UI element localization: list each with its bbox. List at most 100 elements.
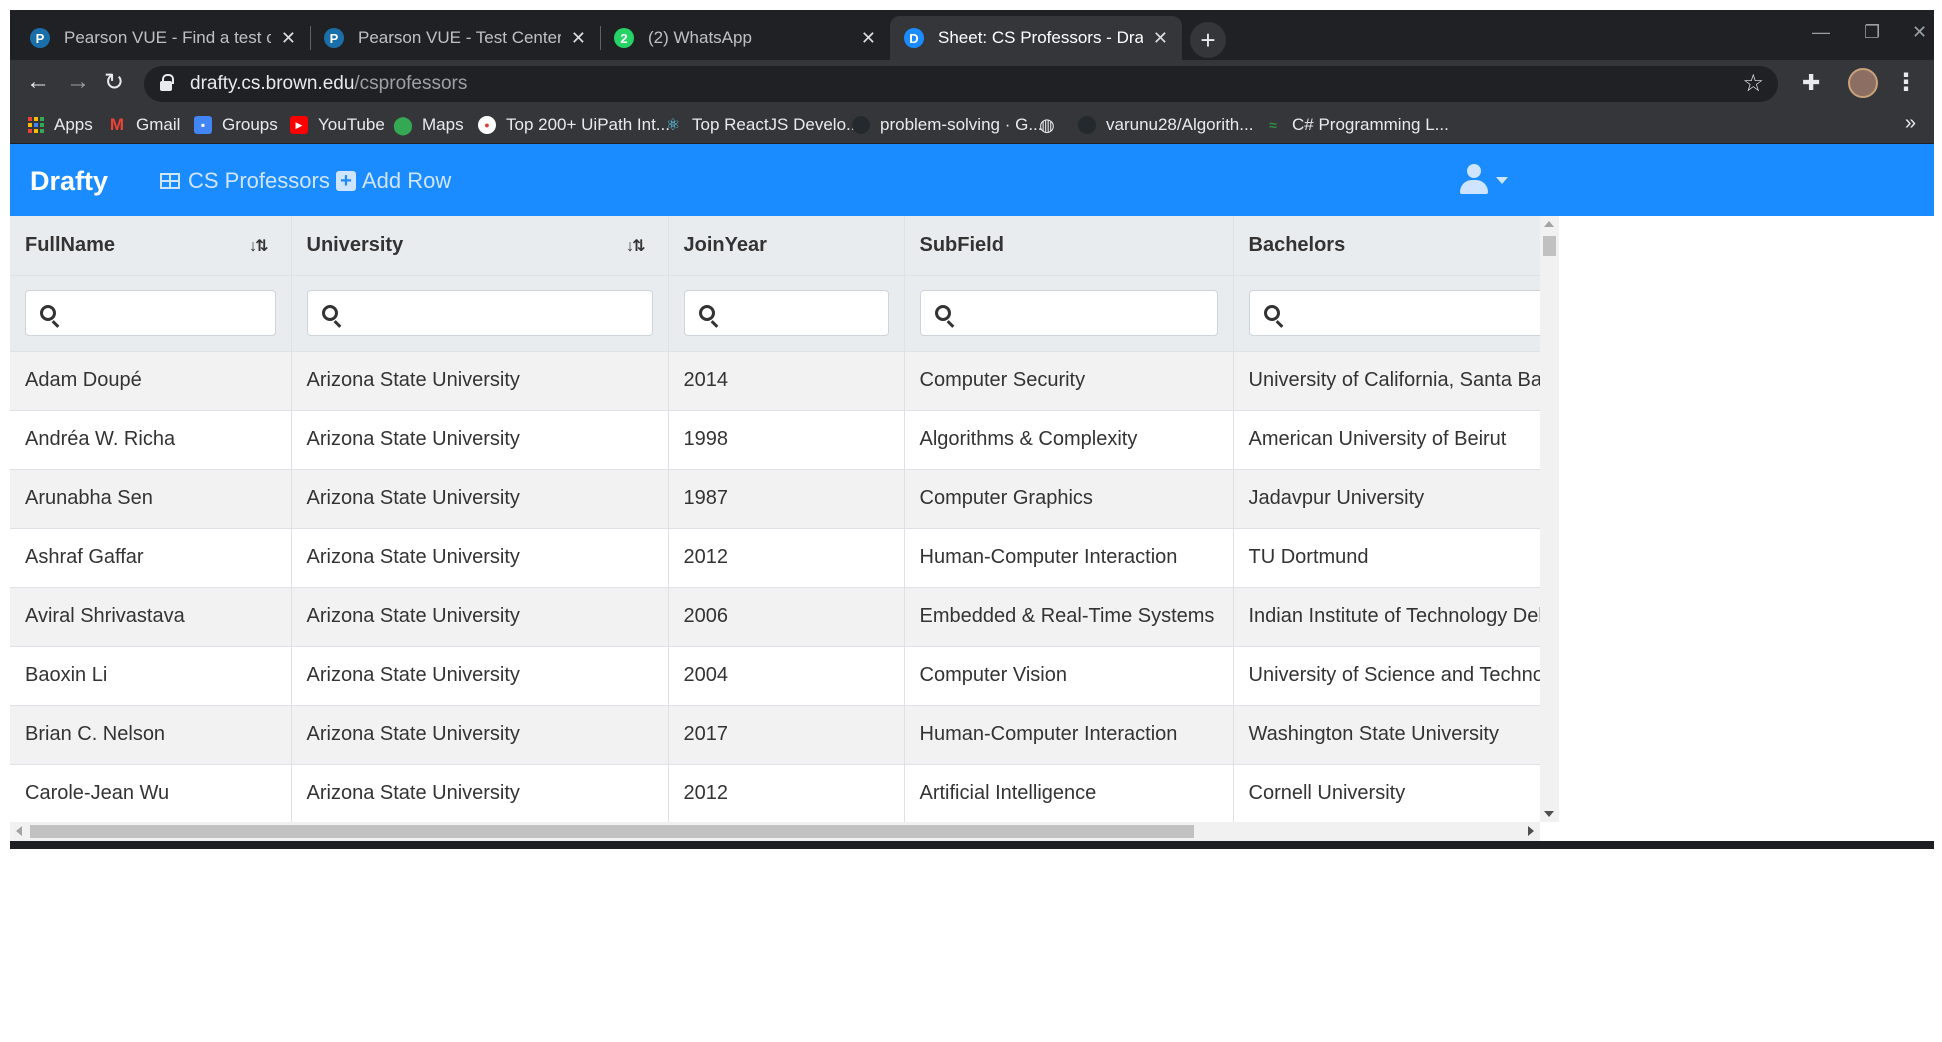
table-cell[interactable]: Arizona State University — [291, 646, 669, 706]
minimize-icon[interactable]: — — [1812, 22, 1830, 43]
bookmark-problem-solving[interactable]: ● problem-solving · G... — [852, 112, 1043, 138]
bookmark-groups[interactable]: ▪ Groups — [194, 112, 278, 138]
table-cell[interactable]: Brian C. Nelson — [10, 705, 292, 765]
tab-pearson-info[interactable]: P Pearson VUE - Test Center Inform ✕ — [310, 16, 600, 60]
table-cell[interactable]: Embedded & Real-Time Systems — [904, 587, 1234, 647]
table-cell[interactable]: Arizona State University — [291, 410, 669, 470]
scroll-down-icon[interactable] — [1544, 811, 1554, 817]
table-cell[interactable]: Arizona State University — [291, 587, 669, 647]
column-header-joinyear[interactable]: JoinYear — [668, 216, 905, 276]
table-cell[interactable]: Arizona State University — [291, 469, 669, 529]
brand-logo[interactable]: Drafty — [30, 166, 108, 197]
tab-drafty[interactable]: D Sheet: CS Professors - Drafty ✕ — [890, 16, 1182, 60]
column-header-subfield[interactable]: SubField — [904, 216, 1234, 276]
scroll-right-icon[interactable] — [1528, 826, 1534, 836]
bookmark-uipath[interactable]: ● Top 200+ UiPath Int... — [478, 112, 670, 138]
table-cell[interactable]: 2017 — [668, 705, 905, 765]
plus-square-icon: + — [336, 171, 356, 191]
close-window-icon[interactable]: ✕ — [1912, 22, 1927, 43]
table-cell[interactable]: 1998 — [668, 410, 905, 470]
table-cell[interactable]: Jadavpur University — [1233, 469, 1540, 529]
table-cell[interactable]: 2012 — [668, 528, 905, 588]
table-cell[interactable]: Adam Doupé — [10, 351, 292, 411]
filter-input-fullname[interactable] — [25, 290, 276, 336]
tab-whatsapp[interactable]: 2 (2) WhatsApp ✕ — [600, 16, 890, 60]
table-cell[interactable]: Arizona State University — [291, 705, 669, 765]
bookmark-maps[interactable]: ⬤ Maps — [393, 112, 464, 138]
table-cell[interactable]: American University of Beirut — [1233, 410, 1540, 470]
table-cell[interactable]: Computer Graphics — [904, 469, 1234, 529]
vertical-scrollbar[interactable] — [1540, 216, 1559, 822]
column-header-bachelors[interactable]: Bachelors — [1233, 216, 1540, 276]
vertical-scroll-thumb[interactable] — [1543, 236, 1556, 256]
table-cell[interactable]: Arizona State University — [291, 528, 669, 588]
filter-input-university[interactable] — [306, 290, 653, 336]
extensions-puzzle-icon[interactable]: ✚ — [1802, 70, 1826, 95]
scroll-up-icon[interactable] — [1544, 221, 1554, 227]
sort-icon[interactable]: ↓⇅ — [249, 236, 268, 256]
forward-arrow-icon[interactable]: → — [66, 68, 90, 96]
profile-avatar[interactable] — [1848, 68, 1878, 98]
table-cell[interactable]: Baoxin Li — [10, 646, 292, 706]
table-cell[interactable]: 1987 — [668, 469, 905, 529]
pearson-favicon-icon: P — [324, 28, 344, 48]
horizontal-scroll-thumb[interactable] — [30, 825, 1194, 838]
table-cell[interactable]: 2004 — [668, 646, 905, 706]
tab-pearson-find[interactable]: P Pearson VUE - Find a test center ✕ — [16, 16, 310, 60]
new-tab-button[interactable]: + — [1190, 22, 1226, 58]
search-icon — [40, 305, 56, 321]
close-tab-icon[interactable]: ✕ — [1153, 28, 1168, 49]
table-cell[interactable]: Human-Computer Interaction — [904, 705, 1234, 765]
scroll-left-icon[interactable] — [16, 826, 22, 836]
horizontal-scrollbar[interactable] — [10, 822, 1540, 841]
bookmark-star-icon[interactable]: ☆ — [1742, 69, 1764, 98]
sheet-dropdown[interactable]: CS Professors — [160, 168, 350, 194]
table-cell[interactable]: 2012 — [668, 764, 905, 822]
browser-menu-icon[interactable]: ⋮ — [1894, 68, 1918, 97]
add-row-button[interactable]: + Add Row — [336, 168, 451, 194]
restore-icon[interactable]: ❐ — [1864, 22, 1880, 43]
table-cell[interactable]: 2006 — [668, 587, 905, 647]
table-cell[interactable]: Indian Institute of Technology Delhi — [1233, 587, 1540, 647]
table-cell[interactable]: Cornell University — [1233, 764, 1540, 822]
table-cell[interactable]: 2014 — [668, 351, 905, 411]
app-navbar: Drafty CS Professors + Add Row — [10, 144, 1934, 216]
user-menu[interactable] — [1460, 164, 1508, 196]
table-cell[interactable]: Arunabha Sen — [10, 469, 292, 529]
sort-icon[interactable]: ↓⇅ — [626, 236, 645, 256]
more-bookmarks-icon[interactable]: » — [1905, 112, 1916, 135]
filter-input-subfield[interactable] — [919, 290, 1218, 336]
table-cell[interactable]: Arizona State University — [291, 351, 669, 411]
table-cell[interactable]: University of Science and Technology — [1233, 646, 1540, 706]
table-cell[interactable]: Washington State University — [1233, 705, 1540, 765]
bookmark-globe[interactable]: ◍ — [1038, 112, 1066, 138]
table-cell[interactable]: Computer Vision — [904, 646, 1234, 706]
table-cell[interactable]: Andréa W. Richa — [10, 410, 292, 470]
close-tab-icon[interactable]: ✕ — [861, 28, 876, 49]
table-cell[interactable]: Human-Computer Interaction — [904, 528, 1234, 588]
table-cell[interactable]: Algorithms & Complexity — [904, 410, 1234, 470]
table-cell[interactable]: Carole-Jean Wu — [10, 764, 292, 822]
table-cell[interactable]: Aviral Shrivastava — [10, 587, 292, 647]
bookmark-youtube[interactable]: ▶ YouTube — [290, 112, 385, 138]
bookmark-csharp[interactable]: ≈ C# Programming L... — [1264, 112, 1449, 138]
filter-input-joinyear[interactable] — [683, 290, 889, 336]
bookmark-apps[interactable]: Apps — [28, 112, 93, 138]
column-header-university[interactable]: University ↓⇅ — [291, 216, 669, 276]
table-cell[interactable]: TU Dortmund — [1233, 528, 1540, 588]
table-cell[interactable]: Artificial Intelligence — [904, 764, 1234, 822]
bookmark-react[interactable]: ⚛ Top ReactJS Develo... — [664, 112, 860, 138]
bookmark-gmail[interactable]: M Gmail — [108, 112, 181, 138]
filter-input-bachelors[interactable] — [1248, 290, 1540, 336]
table-cell[interactable]: Arizona State University — [291, 764, 669, 822]
table-cell[interactable]: Ashraf Gaffar — [10, 528, 292, 588]
table-cell[interactable]: University of California, Santa Barbara — [1233, 351, 1540, 411]
back-arrow-icon[interactable]: ← — [26, 68, 50, 96]
table-cell[interactable]: Computer Security — [904, 351, 1234, 411]
reload-icon[interactable]: ↻ — [104, 68, 124, 97]
column-header-fullname[interactable]: FullName ↓⇅ — [10, 216, 292, 276]
bookmark-varunu28[interactable]: ● varunu28/Algorith... — [1078, 112, 1253, 138]
close-tab-icon[interactable]: ✕ — [281, 28, 296, 49]
close-tab-icon[interactable]: ✕ — [571, 28, 586, 49]
address-bar[interactable]: drafty.cs.brown.edu/csprofessors ☆ — [144, 66, 1778, 102]
